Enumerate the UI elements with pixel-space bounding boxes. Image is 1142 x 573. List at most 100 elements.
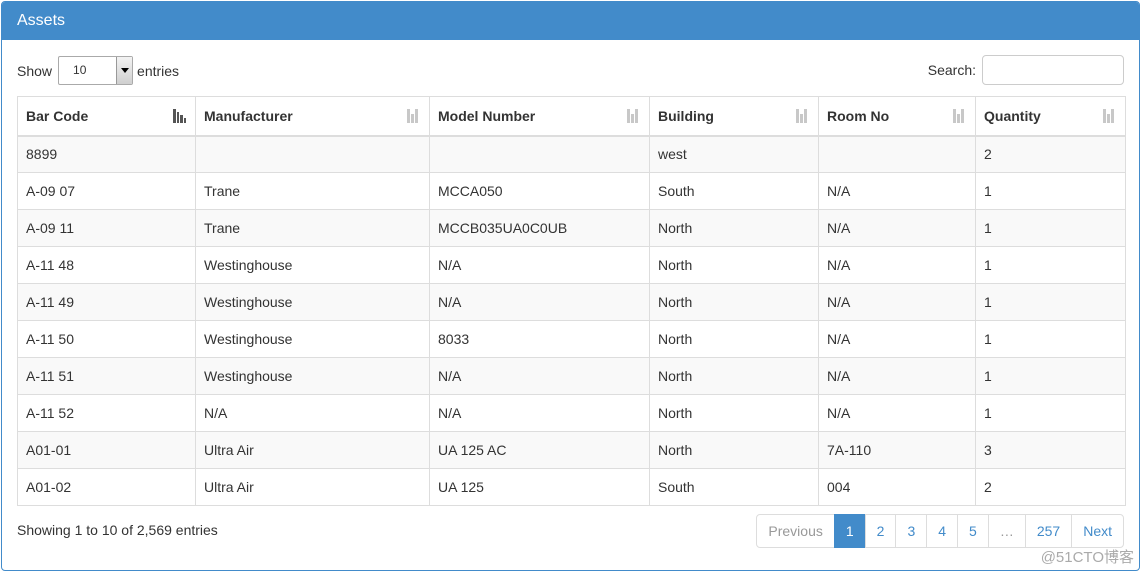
page-length-select[interactable]: 10 xyxy=(58,56,134,85)
table-info: Showing 1 to 10 of 2,569 entries xyxy=(17,522,218,538)
table-cell: A01-01 xyxy=(17,431,196,469)
table-row: A01-01 Ultra Air UA 125 AC North 7A-110 3 xyxy=(17,431,1126,469)
table-row: 8899 west 2 xyxy=(17,135,1126,173)
entries-label: entries xyxy=(137,62,180,79)
table-cell: west xyxy=(649,135,819,173)
table-cell: 1 xyxy=(975,283,1126,321)
table-cell: 1 xyxy=(975,394,1126,432)
table-cell: N/A xyxy=(818,283,976,321)
table-cell: A-11 49 xyxy=(17,283,196,321)
table-cell: Ultra Air xyxy=(195,468,430,506)
page-length-control: Show 10 entries xyxy=(17,56,179,85)
page-button-4[interactable]: 4 xyxy=(926,514,959,548)
table-row: A-11 49 Westinghouse N/A North N/A 1 xyxy=(17,283,1126,321)
column-header-room-no[interactable]: Room No xyxy=(818,96,976,137)
table-footer: Showing 1 to 10 of 2,569 entries Previou… xyxy=(17,506,1124,566)
table-cell: N/A xyxy=(195,394,430,432)
column-header-model-number[interactable]: Model Number xyxy=(429,96,650,137)
table-cell: Ultra Air xyxy=(195,431,430,469)
table-cell: South xyxy=(649,468,819,506)
table-cell: Westinghouse xyxy=(195,283,430,321)
panel-title: Assets xyxy=(2,2,1139,40)
table-row: A-11 48 Westinghouse N/A North N/A 1 xyxy=(17,246,1126,284)
table-cell: Westinghouse xyxy=(195,320,430,358)
table-cell: 1 xyxy=(975,246,1126,284)
table-cell: Trane xyxy=(195,209,430,247)
column-header-label: Building xyxy=(658,107,714,124)
table-cell: North xyxy=(649,357,819,395)
table-cell: A01-02 xyxy=(17,468,196,506)
sort-icon xyxy=(1103,109,1116,123)
previous-page-button[interactable]: Previous xyxy=(756,514,835,548)
table-cell: 004 xyxy=(818,468,976,506)
pagination-ellipsis[interactable]: … xyxy=(987,514,1026,548)
page-button-2[interactable]: 2 xyxy=(864,514,897,548)
column-header-label: Room No xyxy=(827,107,890,124)
show-label: Show xyxy=(17,62,53,79)
table-cell: A-09 11 xyxy=(17,209,196,247)
table-cell: N/A xyxy=(818,209,976,247)
table-row: A-11 52 N/A N/A North N/A 1 xyxy=(17,394,1126,432)
page-length-value: 10 xyxy=(73,63,87,77)
column-header-label: Quantity xyxy=(984,107,1041,124)
table-cell: A-11 50 xyxy=(17,320,196,358)
sort-icon xyxy=(407,109,420,123)
table-cell: North xyxy=(649,394,819,432)
table-cell: North xyxy=(649,283,819,321)
column-header-building[interactable]: Building xyxy=(649,96,819,137)
column-header-label: Bar Code xyxy=(26,107,89,124)
table-controls: Show 10 entries Search: xyxy=(17,40,1124,96)
table-cell: North xyxy=(649,209,819,247)
chevron-down-icon[interactable] xyxy=(116,57,133,84)
column-header-quantity[interactable]: Quantity xyxy=(975,96,1126,137)
table-row: A-11 51 Westinghouse N/A North N/A 1 xyxy=(17,357,1126,395)
table-cell: 3 xyxy=(975,431,1126,469)
assets-table: Bar Code Manufacturer Model Number Building… xyxy=(17,96,1126,506)
table-cell xyxy=(818,135,976,173)
table-row: A01-02 Ultra Air UA 125 South 004 2 xyxy=(17,468,1126,506)
table-body: 8899 west 2 A-09 07 Trane MCCA050 South N/A 1 A-0… xyxy=(17,135,1126,506)
next-page-button[interactable]: Next xyxy=(1071,514,1124,548)
table-cell: Westinghouse xyxy=(195,357,430,395)
table-cell: 1 xyxy=(975,320,1126,358)
table-row: A-11 50 Westinghouse 8033 North N/A 1 xyxy=(17,320,1126,358)
table-cell: 8033 xyxy=(429,320,650,358)
table-cell: North xyxy=(649,320,819,358)
table-cell: N/A xyxy=(818,320,976,358)
column-header-label: Model Number xyxy=(438,107,536,124)
table-cell: N/A xyxy=(818,246,976,284)
table-cell: North xyxy=(649,246,819,284)
table-cell: 8899 xyxy=(17,135,196,173)
table-cell: MCCA050 xyxy=(429,172,650,210)
table-cell: N/A xyxy=(818,172,976,210)
table-row: A-09 07 Trane MCCA050 South N/A 1 xyxy=(17,172,1126,210)
page-button-3[interactable]: 3 xyxy=(895,514,928,548)
table-cell: N/A xyxy=(429,246,650,284)
table-cell: North xyxy=(649,431,819,469)
table-cell xyxy=(195,135,430,173)
search-control: Search: xyxy=(928,55,1124,85)
table-cell: N/A xyxy=(818,394,976,432)
table-cell: 1 xyxy=(975,209,1126,247)
search-input[interactable] xyxy=(982,55,1124,85)
search-label: Search: xyxy=(927,62,976,78)
watermark: @51CTO博客 xyxy=(1040,549,1134,566)
table-cell: MCCB035UA0C0UB xyxy=(429,209,650,247)
table-cell: 2 xyxy=(975,468,1126,506)
table-cell: N/A xyxy=(818,357,976,395)
page-button-1[interactable]: 1 xyxy=(833,514,866,548)
table-cell: N/A xyxy=(429,357,650,395)
page-button-257[interactable]: 257 xyxy=(1024,514,1073,548)
table-row: A-09 11 Trane MCCB035UA0C0UB North N/A 1 xyxy=(17,209,1126,247)
table-cell: UA 125 AC xyxy=(429,431,650,469)
column-header-bar-code[interactable]: Bar Code xyxy=(17,96,196,137)
table-cell xyxy=(429,135,650,173)
panel-body: Show 10 entries Search: Bar Code Manufact… xyxy=(2,40,1139,566)
table-header-row: Bar Code Manufacturer Model Number Building… xyxy=(17,96,1126,137)
table-cell: A-11 51 xyxy=(17,357,196,395)
column-header-manufacturer[interactable]: Manufacturer xyxy=(195,96,430,137)
table-cell: South xyxy=(649,172,819,210)
page-button-5[interactable]: 5 xyxy=(957,514,989,548)
sort-icon xyxy=(796,109,809,123)
table-cell: A-11 52 xyxy=(17,394,196,432)
